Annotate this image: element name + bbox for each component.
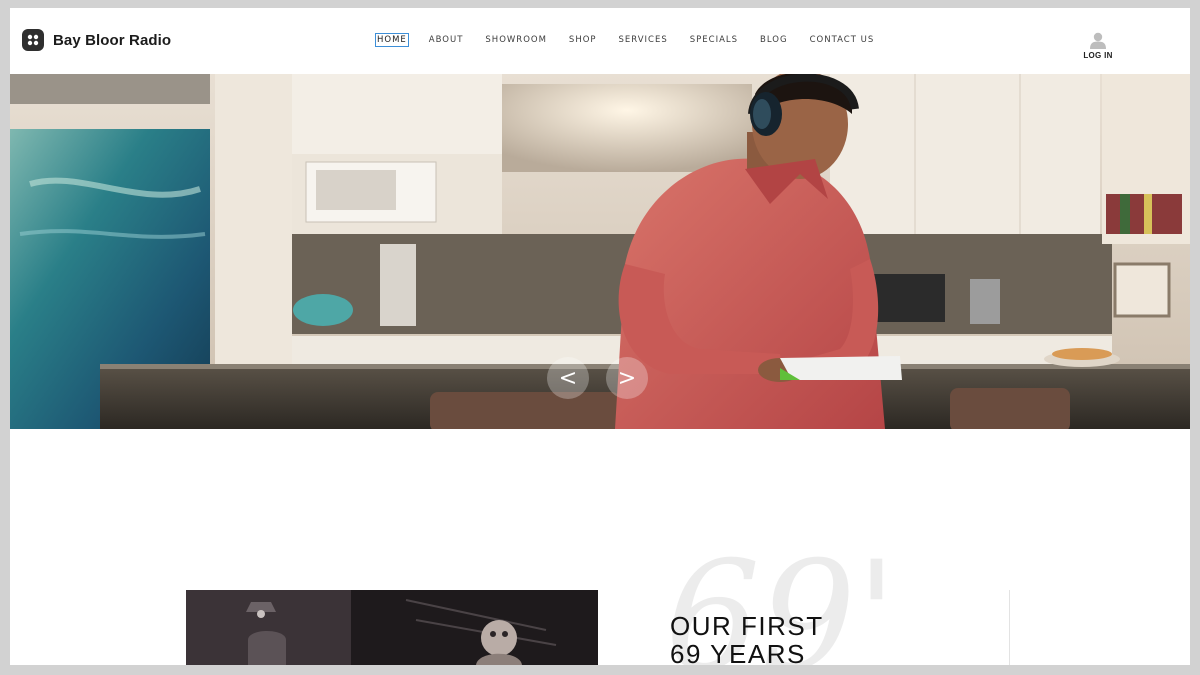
hero-image bbox=[10, 74, 1190, 429]
nav-contact-us[interactable]: CONTACT US bbox=[809, 34, 876, 46]
nav-about[interactable]: ABOUT bbox=[428, 34, 465, 46]
nav-blog[interactable]: BLOG bbox=[759, 34, 789, 46]
brand-name: Bay Bloor Radio bbox=[53, 31, 172, 49]
user-icon bbox=[1090, 32, 1106, 49]
login-label: LOG IN bbox=[1083, 51, 1113, 60]
history-title: OUR FIRST 69 YEARS bbox=[670, 612, 870, 665]
nav-shop[interactable]: SHOP bbox=[568, 34, 598, 46]
nav-specials[interactable]: SPECIALS bbox=[689, 34, 739, 46]
brand-logo-icon bbox=[22, 29, 44, 51]
nav-home[interactable]: HOME bbox=[375, 33, 409, 47]
brand-logo[interactable]: Bay Bloor Radio bbox=[22, 29, 171, 51]
hero-slider: < > bbox=[10, 74, 1190, 429]
site-header: Bay Bloor Radio HOME ABOUT SHOWROOM SHOP… bbox=[10, 8, 1190, 74]
history-title-line1: OUR FIRST bbox=[670, 611, 824, 641]
main-nav: HOME ABOUT SHOWROOM SHOP SERVICES SPECIA… bbox=[375, 33, 895, 47]
slider-prev-button[interactable]: < bbox=[547, 357, 589, 399]
history-photo-image bbox=[186, 590, 598, 665]
nav-services[interactable]: SERVICES bbox=[618, 34, 669, 46]
login-button[interactable]: LOG IN bbox=[1081, 32, 1115, 60]
nav-showroom[interactable]: SHOWROOM bbox=[484, 34, 548, 46]
slider-next-button[interactable]: > bbox=[606, 357, 648, 399]
section-divider bbox=[1009, 590, 1010, 665]
history-photo bbox=[186, 590, 598, 665]
page-frame: Bay Bloor Radio HOME ABOUT SHOWROOM SHOP… bbox=[10, 8, 1190, 665]
history-title-line2: 69 YEARS bbox=[670, 639, 806, 665]
